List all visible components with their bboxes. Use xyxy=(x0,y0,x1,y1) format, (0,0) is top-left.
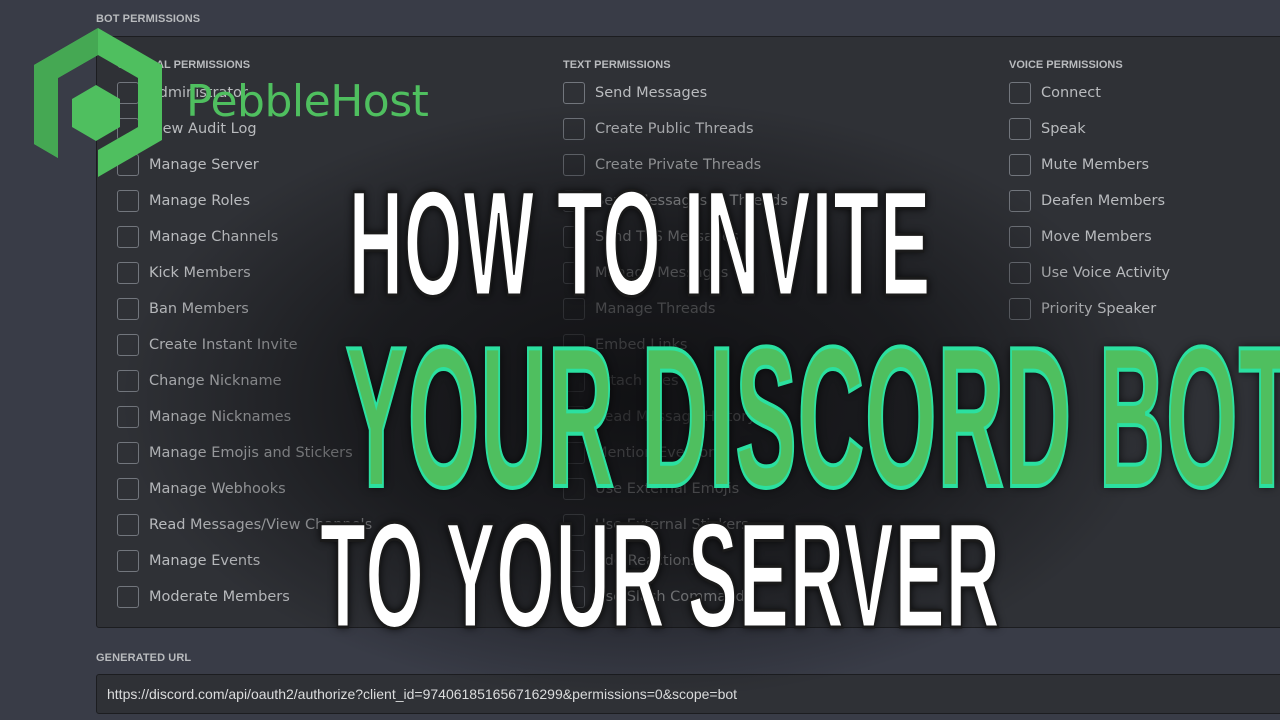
permission-item[interactable]: Move Members xyxy=(1009,225,1152,249)
brand-name: PebbleHost xyxy=(186,76,429,127)
permission-checkbox[interactable] xyxy=(117,370,139,392)
permission-item[interactable]: Moderate Members xyxy=(117,585,290,609)
permission-item[interactable]: Manage Emojis and Stickers xyxy=(117,441,353,465)
permission-item[interactable]: Ban Members xyxy=(117,297,249,321)
permission-checkbox[interactable] xyxy=(1009,82,1031,104)
permission-item[interactable]: Manage Nicknames xyxy=(117,405,291,429)
headline-line-1: HOW TO INVITE xyxy=(348,159,932,327)
permission-item[interactable]: Use Voice Activity xyxy=(1009,261,1170,285)
permission-item[interactable]: Create Public Threads xyxy=(563,117,754,141)
permission-label: Change Nickname xyxy=(149,373,282,389)
permission-item[interactable]: Deafen Members xyxy=(1009,189,1165,213)
headline-line-2: YOUR DISCORD BOT xyxy=(345,306,1280,529)
permission-label: Move Members xyxy=(1041,229,1152,245)
permission-label: Manage Emojis and Stickers xyxy=(149,445,353,461)
permission-checkbox[interactable] xyxy=(117,442,139,464)
column-title: TEXT PERMISSIONS xyxy=(563,59,671,71)
permission-checkbox[interactable] xyxy=(1009,154,1031,176)
permission-label: Manage Events xyxy=(149,553,261,569)
permission-label: Send Messages xyxy=(595,85,708,101)
permission-label: Mute Members xyxy=(1041,157,1150,173)
permission-label: Connect xyxy=(1041,85,1101,101)
permission-checkbox[interactable] xyxy=(117,586,139,608)
permission-checkbox[interactable] xyxy=(117,298,139,320)
generated-url-label: GENERATED URL xyxy=(96,652,192,664)
permission-item[interactable]: Manage Channels xyxy=(117,225,278,249)
permission-checkbox[interactable] xyxy=(117,190,139,212)
headline-line-3: TO YOUR SERVER xyxy=(319,491,1001,659)
column-title: VOICE PERMISSIONS xyxy=(1009,59,1123,71)
permission-checkbox[interactable] xyxy=(1009,226,1031,248)
permission-label: Speak xyxy=(1041,121,1086,137)
permission-checkbox[interactable] xyxy=(117,262,139,284)
permission-label: Deafen Members xyxy=(1041,193,1165,209)
permission-label: Create Instant Invite xyxy=(149,337,298,353)
permission-item[interactable]: Manage Roles xyxy=(117,189,250,213)
permission-item[interactable]: Kick Members xyxy=(117,261,251,285)
permission-checkbox[interactable] xyxy=(117,334,139,356)
permission-label: Ban Members xyxy=(149,301,249,317)
permission-item[interactable]: Manage Events xyxy=(117,549,260,573)
permission-item[interactable]: Send Messages xyxy=(563,81,707,105)
permission-item[interactable]: Connect xyxy=(1009,81,1101,105)
generated-url-field[interactable]: https://discord.com/api/oauth2/authorize… xyxy=(96,674,1280,714)
permission-checkbox[interactable] xyxy=(117,406,139,428)
pebblehost-logo-icon xyxy=(34,28,162,177)
permission-label: Kick Members xyxy=(149,265,251,281)
permission-item[interactable]: Change Nickname xyxy=(117,369,282,393)
permission-label: Manage Nicknames xyxy=(149,409,292,425)
permission-checkbox[interactable] xyxy=(1009,262,1031,284)
permission-checkbox[interactable] xyxy=(563,82,585,104)
permission-checkbox[interactable] xyxy=(117,514,139,536)
permission-checkbox[interactable] xyxy=(117,478,139,500)
permission-label: Manage Channels xyxy=(149,229,279,245)
bot-permissions-label: BOT PERMISSIONS xyxy=(96,13,201,25)
permission-label: Manage Roles xyxy=(149,193,251,209)
permission-label: Create Public Threads xyxy=(595,121,754,137)
permission-checkbox[interactable] xyxy=(563,118,585,140)
permission-item[interactable]: Speak xyxy=(1009,117,1086,141)
permission-checkbox[interactable] xyxy=(1009,190,1031,212)
permission-label: Manage Webhooks xyxy=(149,481,286,497)
permission-item[interactable]: Manage Webhooks xyxy=(117,477,286,501)
permission-checkbox[interactable] xyxy=(1009,118,1031,140)
permission-checkbox[interactable] xyxy=(117,226,139,248)
permission-label: Use Voice Activity xyxy=(1041,265,1171,281)
permission-item[interactable]: Mute Members xyxy=(1009,153,1149,177)
permission-label: Moderate Members xyxy=(149,589,290,605)
permission-checkbox[interactable] xyxy=(117,550,139,572)
permission-item[interactable]: Create Instant Invite xyxy=(117,333,298,357)
